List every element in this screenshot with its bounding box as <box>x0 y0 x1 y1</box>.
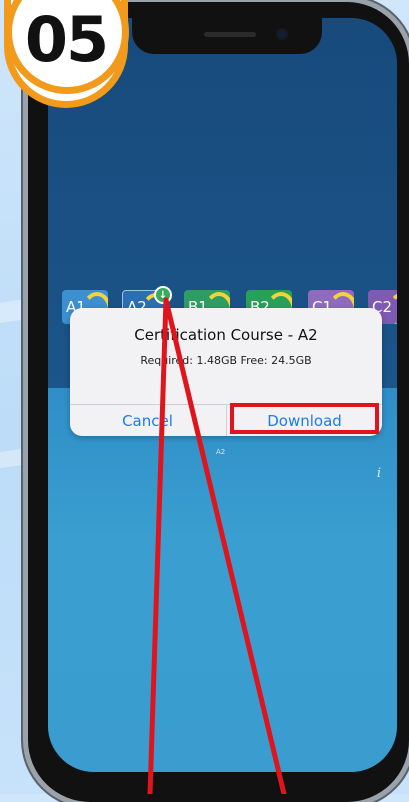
selected-course-caption: A2 <box>216 448 226 456</box>
download-highlight-box <box>230 403 379 434</box>
phone-screen: A1 A2 B1 B2 C1 C2 ↓ Certification Course… <box>48 18 397 772</box>
cancel-button[interactable]: Cancel <box>70 405 225 436</box>
info-icon[interactable]: i <box>377 466 381 481</box>
step-number: 05 <box>24 3 109 76</box>
download-icon[interactable]: ↓ <box>154 286 172 304</box>
dialog-title: Certification Course - A2 <box>134 326 318 344</box>
dialog-message: Required: 1.48GB Free: 24.5GB <box>140 354 312 367</box>
front-camera <box>278 30 286 38</box>
speaker-grille <box>204 32 256 37</box>
phone-notch <box>132 18 322 54</box>
screen-bottom-area <box>48 388 397 772</box>
